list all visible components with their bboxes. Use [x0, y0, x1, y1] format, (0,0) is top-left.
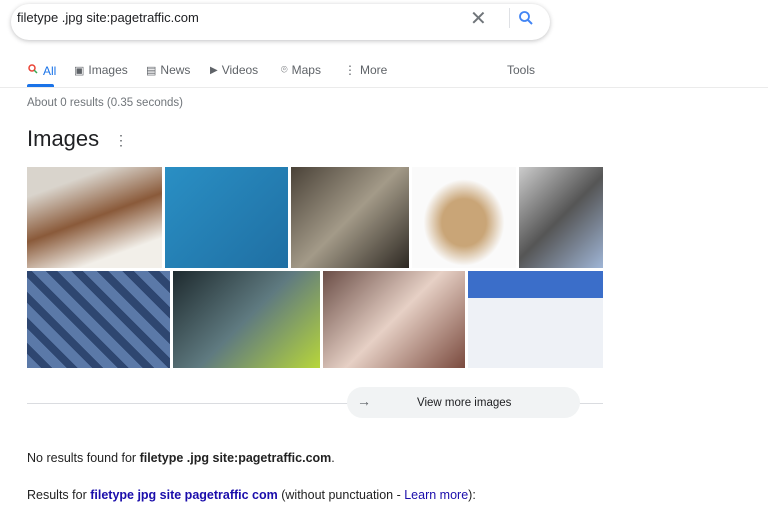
- tools-button[interactable]: Tools: [507, 63, 535, 77]
- tab-news[interactable]: ▤ News: [146, 63, 190, 77]
- result-stats: About 0 results (0.35 seconds): [27, 97, 183, 109]
- tab-label: Images: [88, 63, 128, 77]
- image-thumbnail[interactable]: [412, 167, 516, 268]
- image-thumbnail[interactable]: [27, 271, 170, 368]
- tab-label: Maps: [291, 63, 321, 77]
- more-vert-icon: ⋮: [344, 63, 356, 77]
- close-icon[interactable]: ✕: [470, 6, 487, 31]
- tab-more[interactable]: ⋮ More: [344, 63, 387, 77]
- divider: [0, 87, 768, 88]
- results-for-message: Results for filetype jpg site pagetraffi…: [27, 488, 476, 502]
- search-icon[interactable]: [517, 9, 535, 32]
- image-thumbnail[interactable]: [519, 167, 603, 268]
- map-pin-icon: ⌾: [281, 63, 288, 76]
- no-results-message: No results found for filetype .jpg site:…: [27, 451, 335, 465]
- news-icon: ▤: [146, 64, 157, 77]
- image-thumbnail[interactable]: [323, 271, 465, 368]
- button-label: View more images: [417, 397, 512, 409]
- image-thumbnail[interactable]: [173, 271, 320, 368]
- tab-label: Videos: [221, 63, 259, 77]
- image-thumbnail[interactable]: [165, 167, 288, 268]
- tab-images[interactable]: ▣ Images: [74, 63, 128, 77]
- view-more-images-button[interactable]: → View more images: [347, 387, 580, 418]
- image-thumbnail[interactable]: [468, 271, 603, 368]
- tab-label: More: [360, 63, 388, 77]
- search-icon: [27, 63, 39, 78]
- tab-maps[interactable]: ⌾ Maps: [281, 63, 321, 77]
- tab-videos[interactable]: ▶ Videos: [210, 63, 258, 77]
- arrow-right-icon: →: [357, 393, 371, 409]
- image-thumbnail[interactable]: [291, 167, 409, 268]
- tab-label: News: [160, 63, 191, 77]
- tab-all[interactable]: All: [27, 63, 56, 78]
- images-heading: Images: [27, 126, 100, 151]
- search-input[interactable]: filetype .jpg site:pagetraffic.com: [17, 10, 199, 25]
- tab-label: All: [43, 63, 57, 78]
- play-icon: ▶: [210, 64, 218, 76]
- learn-more-link[interactable]: Learn more: [404, 488, 468, 502]
- corrected-query-link[interactable]: filetype jpg site pagetraffic com: [90, 488, 278, 502]
- more-vert-icon[interactable]: ⋮: [114, 132, 128, 149]
- image-thumbnail[interactable]: [27, 167, 162, 268]
- divider: [509, 8, 510, 28]
- image-icon: ▣: [74, 64, 85, 77]
